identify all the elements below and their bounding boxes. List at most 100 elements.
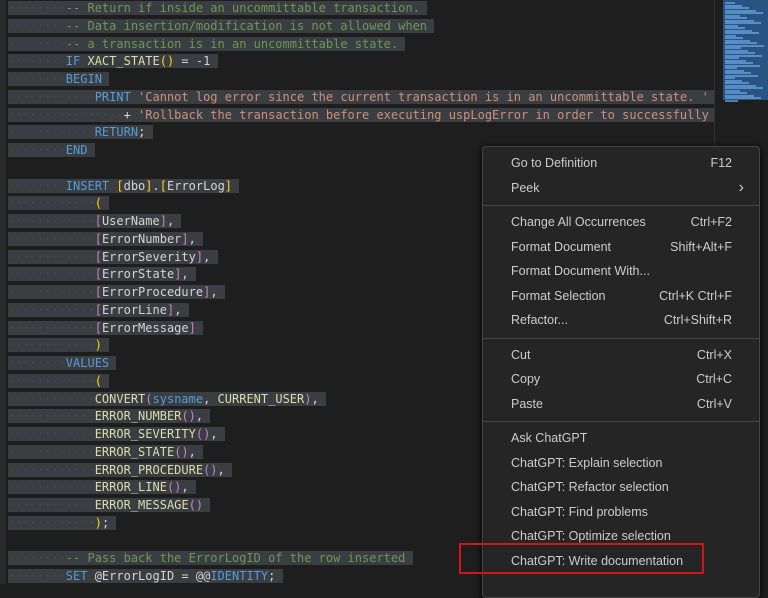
code-token: ] — [196, 250, 203, 264]
code-token: ········ — [8, 19, 66, 33]
code-token: , — [189, 232, 196, 246]
code-token: ErrorLine — [102, 303, 167, 317]
code-line[interactable]: ········-- a transaction is in an uncomm… — [6, 36, 714, 54]
code-token: ············ — [8, 463, 95, 477]
code-token: BEGIN — [66, 72, 102, 86]
menu-item-peek[interactable]: Peek › — [483, 176, 759, 201]
menu-item-shortcut: Ctrl+Shift+R — [664, 308, 732, 333]
code-token: UserName — [102, 214, 160, 228]
code-token: PRINT — [95, 90, 138, 104]
code-token: dbo — [124, 179, 146, 193]
code-token: ············ — [8, 232, 95, 246]
menu-item-change-all-occurrences[interactable]: Change All OccurrencesCtrl+F2 — [483, 210, 759, 235]
code-token: 'Rollback the transaction before executi… — [138, 108, 709, 122]
menu-item-chatgpt-explain-selection[interactable]: ChatGPT: Explain selection — [483, 451, 759, 476]
menu-item-shortcut: Shift+Alt+F — [670, 235, 732, 260]
code-token: , — [196, 409, 203, 423]
menu-item-copy[interactable]: CopyCtrl+C — [483, 367, 759, 392]
menu-separator — [483, 421, 759, 422]
chevron-right-icon: › — [739, 176, 744, 201]
code-token: [ — [95, 303, 102, 317]
code-token: ERROR_STATE — [95, 445, 174, 459]
code-token: ErrorState — [102, 267, 174, 281]
minimap-line — [725, 100, 738, 102]
code-token: ERROR_NUMBER — [95, 409, 182, 423]
menu-item-shortcut: F12 — [710, 151, 732, 176]
code-line[interactable]: ················+ 'Rollback the transact… — [6, 107, 714, 125]
code-token: ············ — [8, 285, 95, 299]
code-token: = -1 — [174, 54, 210, 68]
code-line[interactable]: ········IF XACT_STATE() = -1 — [6, 53, 714, 71]
code-token: ( — [95, 196, 102, 210]
code-token: ; — [102, 516, 109, 530]
menu-item-refactor[interactable]: Refactor...Ctrl+Shift+R — [483, 308, 759, 333]
menu-item-label: Cut — [511, 343, 530, 368]
code-token: ········ — [8, 551, 66, 565]
code-token: , — [311, 392, 318, 406]
code-token: ErrorMessage — [102, 321, 189, 335]
code-token: ············ — [8, 516, 95, 530]
code-token: ] — [181, 232, 188, 246]
code-token: INSERT — [66, 179, 117, 193]
menu-item-shortcut: Ctrl+V — [697, 392, 732, 417]
code-token: () — [167, 480, 181, 494]
code-token: () — [203, 463, 217, 477]
code-token: ERROR_SEVERITY — [95, 427, 196, 441]
code-token: [ — [95, 232, 102, 246]
code-token: ············ — [8, 374, 95, 388]
code-token: -- a transaction is in an uncommittable … — [66, 37, 398, 51]
menu-item-label: Paste — [511, 392, 543, 417]
code-token: . — [153, 179, 160, 193]
code-token: ········ — [8, 179, 66, 193]
code-token: ( — [145, 392, 152, 406]
code-token: ········ — [8, 569, 66, 583]
code-token: ········ — [8, 1, 66, 15]
menu-item-label: Format Document With... — [511, 259, 650, 284]
menu-item-chatgpt-find-problems[interactable]: ChatGPT: Find problems — [483, 500, 759, 525]
code-line[interactable]: ········BEGIN — [6, 71, 714, 89]
code-token: ; — [268, 569, 275, 583]
code-token: ] — [160, 214, 167, 228]
code-token: ············ — [8, 90, 95, 104]
code-token: ········ — [8, 143, 66, 157]
menu-item-label: Copy — [511, 367, 540, 392]
code-token: -- Return if inside an uncommittable tra… — [66, 1, 420, 15]
code-token: , — [189, 445, 196, 459]
annotation-highlight-box — [459, 543, 704, 574]
code-token: , — [210, 285, 217, 299]
code-line[interactable]: ········-- Data insertion/modification i… — [6, 18, 714, 36]
code-token: ErrorLog — [167, 179, 225, 193]
code-line[interactable]: ········-- Return if inside an uncommitt… — [6, 0, 714, 18]
code-token: ········ — [8, 72, 66, 86]
code-token: [ — [95, 214, 102, 228]
code-token: , — [174, 303, 181, 317]
code-token: , — [203, 392, 217, 406]
code-token: ········ — [8, 54, 66, 68]
menu-item-format-document[interactable]: Format DocumentShift+Alt+F — [483, 235, 759, 260]
menu-item-label: ChatGPT: Find problems — [511, 500, 648, 525]
menu-item-label: ChatGPT: Explain selection — [511, 451, 662, 476]
code-token: ] — [225, 179, 232, 193]
menu-item-chatgpt-refactor-selection[interactable]: ChatGPT: Refactor selection — [483, 475, 759, 500]
code-token: XACT_STATE — [87, 54, 159, 68]
code-token: IDENTITY — [210, 569, 268, 583]
code-token: 'Cannot log error since the current tran… — [138, 90, 709, 104]
menu-item-cut[interactable]: CutCtrl+X — [483, 343, 759, 368]
code-token: ERROR_LINE — [95, 480, 167, 494]
menu-separator — [483, 338, 759, 339]
code-token: VALUES — [66, 356, 109, 370]
code-line[interactable]: ············RETURN; — [6, 124, 714, 142]
menu-item-label: Peek — [511, 176, 540, 201]
menu-item-format-selection[interactable]: Format SelectionCtrl+K Ctrl+F — [483, 284, 759, 309]
menu-item-go-to-definition[interactable]: Go to DefinitionF12 — [483, 151, 759, 176]
menu-item-paste[interactable]: Paste Ctrl+V — [483, 392, 759, 417]
code-token: ErrorSeverity — [102, 250, 196, 264]
code-token: [ — [95, 285, 102, 299]
menu-item-label: Format Selection — [511, 284, 605, 309]
menu-item-format-document-with[interactable]: Format Document With... — [483, 259, 759, 284]
menu-item-ask-chatgpt[interactable]: Ask ChatGPT — [483, 426, 759, 451]
code-token: , — [218, 463, 225, 477]
menu-separator — [483, 205, 759, 206]
code-token: RETURN — [95, 125, 138, 139]
code-line[interactable]: ············PRINT 'Cannot log error sinc… — [6, 89, 714, 107]
